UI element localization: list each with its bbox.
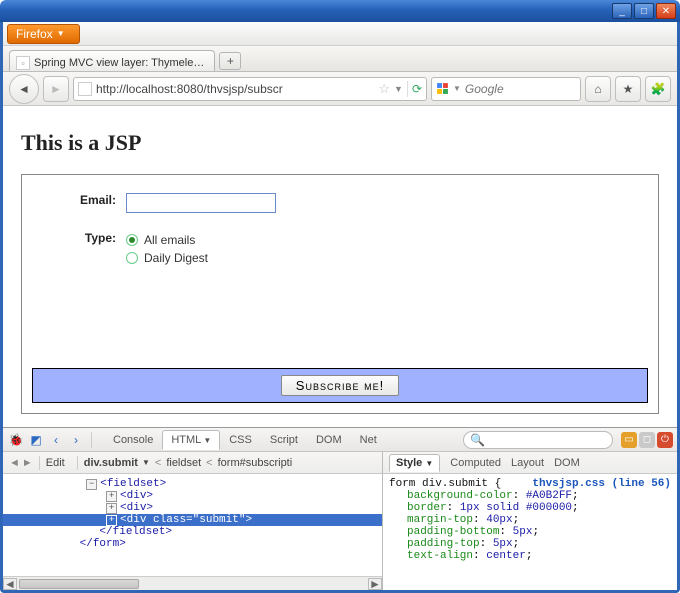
chevron-down-icon: ▼	[142, 458, 150, 467]
window-minimize-button[interactable]: _	[612, 3, 632, 19]
devtools-close-button[interactable]: ⏻	[657, 432, 673, 448]
firefox-menu-label: Firefox	[16, 27, 53, 41]
radio-all-emails[interactable]: All emails	[126, 233, 208, 247]
window-close-button[interactable]: ✕	[656, 3, 676, 19]
tab-css[interactable]: CSS	[220, 430, 261, 450]
source-line[interactable]: +<div>	[3, 502, 382, 514]
addons-button[interactable]: 🧩	[645, 76, 671, 102]
bookmark-star-icon[interactable]: ☆	[378, 81, 390, 97]
source-line-selected[interactable]: +<div class="submit">	[3, 514, 382, 526]
window-maximize-button[interactable]: □	[634, 3, 654, 19]
reload-button[interactable]: ⟳	[412, 82, 422, 96]
source-line[interactable]: −<fieldset>	[3, 478, 382, 490]
source-line[interactable]: </fieldset>	[3, 526, 382, 538]
forward-button[interactable]: ►	[43, 76, 69, 102]
site-favicon-icon	[78, 82, 92, 96]
scroll-right-icon[interactable]: ►	[368, 578, 382, 590]
radio-all-label: All emails	[144, 233, 195, 247]
home-button[interactable]: ⌂	[585, 76, 611, 102]
inspect-icon[interactable]: ◩	[27, 431, 45, 449]
devtools-minimize-button[interactable]: ▭	[621, 432, 637, 448]
tab-dom2[interactable]: DOM	[554, 457, 580, 469]
devtools-style-pane: Style ▼ Computed Layout DOM thvsjsp.css …	[383, 452, 677, 590]
separator	[77, 456, 78, 470]
url-bar[interactable]: ☆ ▼ ⟳	[73, 77, 427, 101]
page-viewport: This is a JSP Email: Type: All emails Da…	[3, 106, 677, 427]
tab-style[interactable]: Style ▼	[389, 454, 440, 472]
breadcrumb: ◄ ► Edit div.submit▼ < fieldset < form#s…	[3, 452, 382, 474]
css-source-link[interactable]: thvsjsp.css (line 56)	[532, 478, 671, 490]
chevron-down-icon: ▼	[57, 29, 65, 38]
nav-toolbar: ◄ ► ☆ ▼ ⟳ ▼ 🔍 ⌂ ★ 🧩	[3, 72, 677, 106]
style-tabs: Style ▼ Computed Layout DOM	[383, 452, 677, 474]
search-icon: 🔍	[470, 433, 485, 447]
tab-html[interactable]: HTML▼	[162, 430, 220, 450]
devtools-detach-button[interactable]: ◻	[639, 432, 655, 448]
tab-title: Spring MVC view layer: Thymele…	[34, 57, 204, 69]
firefox-menu-button[interactable]: Firefox ▼	[7, 24, 80, 44]
chevron-down-icon: ▼	[425, 459, 433, 468]
radio-daily-digest[interactable]: Daily Digest	[126, 251, 208, 265]
submit-bar: Subscribe me!	[32, 368, 648, 403]
next-node-icon[interactable]: ►	[22, 457, 33, 469]
type-label: Type:	[68, 231, 126, 265]
devtools-tabs: Console HTML▼ CSS Script DOM Net	[104, 430, 386, 450]
devtools-toolbar: 🐞 ◩ ‹ › Console HTML▼ CSS Script DOM Net…	[3, 428, 677, 452]
separator	[39, 456, 40, 470]
html-source-tree[interactable]: −<fieldset> +<div> +<div> +<div class="s…	[3, 474, 382, 576]
email-input[interactable]	[126, 193, 276, 213]
css-rules[interactable]: thvsjsp.css (line 56)form div.submit { b…	[383, 474, 677, 590]
source-line[interactable]: +<div>	[3, 490, 382, 502]
url-input[interactable]	[96, 82, 374, 96]
edit-button[interactable]: Edit	[46, 457, 65, 469]
subscription-fieldset: Email: Type: All emails Daily Digest	[21, 174, 659, 414]
tab-net[interactable]: Net	[351, 430, 386, 450]
prev-icon[interactable]: ‹	[47, 431, 65, 449]
chevron-down-icon: ▼	[203, 436, 211, 445]
devtools-search[interactable]: 🔍	[463, 431, 613, 449]
separator	[91, 432, 92, 448]
email-label: Email:	[68, 193, 126, 213]
prev-node-icon[interactable]: ◄	[9, 457, 20, 469]
back-button[interactable]: ◄	[9, 74, 39, 104]
type-row: Type: All emails Daily Digest	[68, 231, 658, 265]
google-icon	[436, 82, 449, 96]
app-menu-row: Firefox ▼	[3, 22, 677, 46]
devtools-html-pane: ◄ ► Edit div.submit▼ < fieldset < form#s…	[3, 452, 383, 590]
firebug-icon[interactable]: 🐞	[7, 431, 25, 449]
css-selector: form div.submit {	[389, 478, 501, 490]
crumb-item[interactable]: fieldset	[166, 457, 201, 469]
scrollbar-thumb[interactable]	[19, 579, 139, 589]
next-icon[interactable]: ›	[67, 431, 85, 449]
crumb-selected[interactable]: div.submit	[84, 457, 138, 469]
page-favicon-icon: ▫	[16, 56, 30, 70]
tab-strip: ▫ Spring MVC view layer: Thymele… +	[3, 46, 677, 72]
radio-icon	[126, 252, 138, 264]
devtools-panel: 🐞 ◩ ‹ › Console HTML▼ CSS Script DOM Net…	[3, 427, 677, 590]
subscribe-button[interactable]: Subscribe me!	[281, 375, 399, 396]
tab-computed[interactable]: Computed	[450, 457, 501, 469]
search-engine-dropdown-icon[interactable]: ▼	[453, 84, 461, 93]
radio-icon	[126, 234, 138, 246]
bookmarks-button[interactable]: ★	[615, 76, 641, 102]
tab-layout[interactable]: Layout	[511, 457, 544, 469]
radio-daily-label: Daily Digest	[144, 251, 208, 265]
tab-script[interactable]: Script	[261, 430, 307, 450]
browser-tab[interactable]: ▫ Spring MVC view layer: Thymele…	[9, 50, 215, 71]
email-row: Email:	[68, 193, 658, 213]
url-dropdown-icon[interactable]: ▼	[394, 84, 403, 94]
window-titlebar: _ □ ✕	[0, 0, 680, 22]
page-heading: This is a JSP	[21, 130, 659, 156]
crumb-item[interactable]: form#subscripti	[218, 457, 293, 469]
scroll-left-icon[interactable]: ◄	[3, 578, 17, 590]
separator	[407, 81, 408, 97]
tab-dom[interactable]: DOM	[307, 430, 351, 450]
horizontal-scrollbar[interactable]: ◄ ►	[3, 576, 382, 590]
source-line[interactable]: </form>	[3, 538, 382, 550]
new-tab-button[interactable]: +	[219, 52, 241, 70]
search-bar[interactable]: ▼ 🔍	[431, 77, 581, 101]
tab-console[interactable]: Console	[104, 430, 162, 450]
